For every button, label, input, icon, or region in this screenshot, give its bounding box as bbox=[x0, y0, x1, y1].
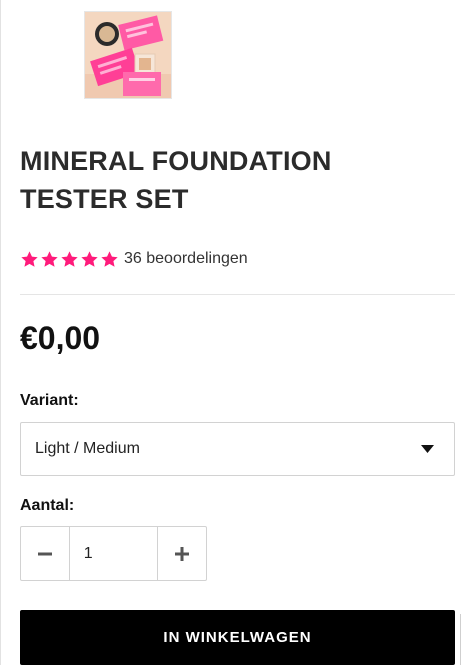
minus-icon bbox=[37, 552, 52, 555]
button-edge-line bbox=[458, 614, 461, 665]
product-price: €0,00 bbox=[20, 320, 101, 356]
product-title: MINERAL FOUNDATION TESTER SET bbox=[20, 146, 332, 214]
chevron-down-icon bbox=[421, 445, 434, 453]
variant-selected-value: Light / Medium bbox=[35, 440, 140, 457]
product-rating[interactable]: 36 beoordelingen bbox=[20, 248, 248, 270]
product-image bbox=[85, 12, 171, 98]
star-icon bbox=[61, 250, 78, 267]
variant-label: Variant: bbox=[20, 392, 79, 409]
variant-select[interactable]: Light / Medium bbox=[20, 422, 455, 476]
divider bbox=[20, 294, 455, 295]
plus-icon bbox=[175, 546, 190, 561]
star-icon bbox=[21, 250, 38, 267]
product-thumbnail[interactable] bbox=[84, 11, 172, 99]
quantity-stepper: 1 bbox=[20, 526, 207, 581]
star-icon bbox=[41, 250, 58, 267]
quantity-increase-button[interactable] bbox=[158, 527, 206, 580]
star-icon bbox=[81, 250, 98, 267]
quantity-decrease-button[interactable] bbox=[21, 527, 69, 580]
quantity-input[interactable]: 1 bbox=[68, 527, 159, 580]
quantity-label: Aantal: bbox=[20, 497, 75, 514]
add-to-cart-label: IN WINKELWAGEN bbox=[163, 629, 312, 646]
star-icon bbox=[101, 250, 118, 267]
rating-count[interactable]: 36 beoordelingen bbox=[124, 250, 248, 268]
page-edge-line bbox=[0, 0, 1, 665]
add-to-cart-button[interactable]: IN WINKELWAGEN bbox=[20, 610, 455, 665]
rating-stars bbox=[20, 250, 119, 269]
